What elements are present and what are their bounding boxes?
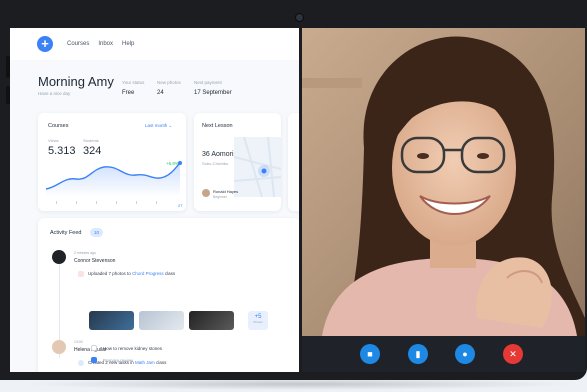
tick-end: 27 bbox=[178, 203, 183, 208]
add-button[interactable]: + bbox=[37, 36, 53, 52]
feed-action-suffix: class bbox=[164, 271, 176, 276]
top-bar: + Courses Inbox Help bbox=[10, 28, 300, 60]
photo-thumb[interactable] bbox=[189, 311, 234, 330]
courses-card: Courses Last month ⌄ Views Students 5.31… bbox=[38, 113, 186, 211]
more-label: Photos bbox=[253, 320, 263, 324]
tablet-frame: + Courses Inbox Help Morning Amy Have a … bbox=[0, 0, 587, 380]
chevron-down-icon: ⌄ bbox=[168, 123, 173, 128]
feed-count-badge: 10 bbox=[90, 228, 103, 237]
close-icon[interactable]: ✕ bbox=[503, 344, 523, 364]
stat-photos: New photos 24 bbox=[157, 80, 181, 96]
nav-inbox[interactable]: Inbox bbox=[98, 41, 113, 47]
nav-courses[interactable]: Courses bbox=[67, 41, 89, 47]
call-controls-bar: ■ ▮ ● ✕ bbox=[302, 336, 585, 372]
front-camera bbox=[296, 14, 303, 21]
teacher-name: Ronald Hayes bbox=[213, 189, 239, 194]
photo-thumb[interactable] bbox=[89, 311, 134, 330]
avatar bbox=[52, 250, 66, 264]
task-text: Prepare review bbox=[103, 358, 134, 363]
lesson-room: 36 Aomori bbox=[202, 151, 234, 158]
views-label: Views bbox=[48, 138, 59, 143]
period-dropdown[interactable]: Last month ⌄ bbox=[145, 123, 172, 129]
stat-label: New photos bbox=[157, 80, 181, 85]
video-call-panel: ■ ▮ ● ✕ bbox=[302, 28, 585, 372]
period-label: Last month bbox=[145, 123, 168, 128]
nav-help[interactable]: Help bbox=[122, 41, 134, 47]
marketing-stage: + Courses Inbox Help Morning Amy Have a … bbox=[0, 0, 587, 392]
task-text: How to remove kidney stones bbox=[103, 346, 163, 351]
next-lesson-card[interactable]: Next Lesson 36 Aomori Sobu-Chichibu Rona… bbox=[194, 113, 281, 211]
caller-video-feed bbox=[302, 28, 585, 337]
stat-value: 17 September bbox=[194, 90, 232, 96]
task-checkbox[interactable] bbox=[91, 345, 97, 351]
tablet-screen: + Courses Inbox Help Morning Amy Have a … bbox=[10, 28, 585, 372]
feed-time: 13:00 bbox=[74, 340, 83, 344]
teacher-role: Beginner bbox=[213, 195, 228, 199]
stat-payment: Next payment 17 September bbox=[194, 80, 232, 96]
video-camera-icon[interactable]: ■ bbox=[360, 344, 380, 364]
more-photos[interactable]: +5 Photos bbox=[248, 311, 268, 330]
feed-action: Uploaded 7 photos to Chord Progress clas… bbox=[88, 271, 175, 276]
feed-time: 2 minutes ago bbox=[74, 251, 96, 255]
image-icon bbox=[78, 271, 84, 277]
feed-action-text: Uploaded 7 photos to bbox=[88, 271, 131, 276]
avatar bbox=[52, 340, 66, 354]
views-value: 5.313 bbox=[48, 145, 76, 157]
avatar bbox=[202, 189, 210, 197]
stat-status: Your status Free bbox=[122, 80, 144, 96]
feed-title: Activity Feed bbox=[50, 230, 82, 236]
map-preview bbox=[234, 137, 281, 197]
stats-icon[interactable]: ▮ bbox=[408, 344, 428, 364]
activity-feed: Activity Feed 10 2 minutes ago Connor St… bbox=[38, 218, 300, 372]
students-value: 324 bbox=[83, 145, 102, 157]
students-label: Students bbox=[83, 138, 99, 143]
photo-thumb[interactable] bbox=[139, 311, 184, 330]
lesson-title: Next Lesson bbox=[202, 123, 233, 129]
class-link[interactable]: Math Jam bbox=[135, 360, 155, 365]
stat-label: Your status bbox=[122, 80, 145, 85]
chat-icon[interactable]: ● bbox=[455, 344, 475, 364]
greeting-title: Morning Amy bbox=[38, 74, 114, 89]
stat-label: Next payment bbox=[194, 80, 222, 85]
stat-value: Free bbox=[122, 90, 135, 96]
dashboard-app: + Courses Inbox Help Morning Amy Have a … bbox=[10, 28, 308, 372]
greeting-subtitle: Have a nice day bbox=[38, 91, 71, 96]
greeting: Morning Amy Have a nice day bbox=[38, 74, 114, 96]
main-nav: Courses Inbox Help bbox=[67, 41, 134, 47]
courses-title: Courses bbox=[48, 123, 69, 129]
lesson-place: Sobu-Chichibu bbox=[202, 161, 229, 166]
views-sparkline: 27 bbox=[45, 161, 183, 208]
stat-value: 24 bbox=[157, 90, 164, 96]
feed-action-suffix: class bbox=[156, 360, 167, 365]
feed-name: Connor Stevenson bbox=[74, 258, 116, 264]
task-checkbox-checked[interactable] bbox=[91, 357, 97, 363]
task-icon bbox=[78, 360, 84, 366]
class-link[interactable]: Chord Progress bbox=[132, 271, 164, 276]
